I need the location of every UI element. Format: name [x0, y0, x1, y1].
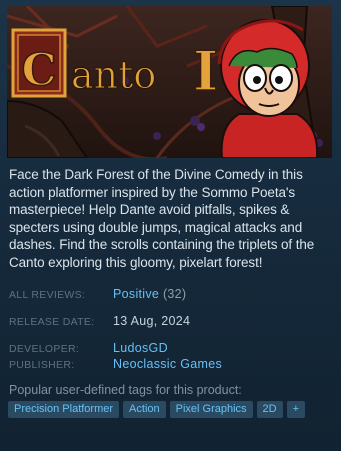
title-numeral: I	[193, 39, 218, 103]
reviews-count: (32)	[162, 287, 187, 301]
game-description: Face the Dark Forest of the Divine Comed…	[9, 167, 315, 270]
publisher-label: PUBLISHER:	[9, 359, 75, 371]
developer-row: DEVELOPER: LudosGD	[9, 341, 168, 355]
tag-precision-platformer[interactable]: Precision Platformer	[8, 401, 120, 418]
developer-label: DEVELOPER:	[9, 343, 80, 355]
release-date-value: 13 Aug, 2024	[113, 314, 191, 328]
header-art: C anto I	[7, 6, 332, 158]
dante-character	[217, 19, 319, 158]
tag-action[interactable]: Action	[123, 401, 166, 418]
tag-2d[interactable]: 2D	[256, 401, 283, 418]
publisher-row: PUBLISHER: Neoclassic Games	[9, 357, 222, 371]
publisher-link[interactable]: Neoclassic Games	[113, 357, 222, 371]
more-tags-button[interactable]: +	[286, 401, 306, 418]
tag-pixel-graphics[interactable]: Pixel Graphics	[169, 401, 253, 418]
header-capsule-image[interactable]: C anto I	[7, 6, 332, 158]
developer-link[interactable]: LudosGD	[113, 341, 168, 355]
release-date-label: RELEASE DATE:	[9, 316, 95, 328]
reviews-summary-link[interactable]: Positive	[113, 287, 159, 301]
game-info-panel: C anto I Face the Dark Forest of the Div…	[0, 0, 341, 451]
title-text: anto	[71, 53, 156, 97]
release-date-row: RELEASE DATE: 13 Aug, 2024	[9, 314, 190, 328]
tags-heading: Popular user-defined tags for this produ…	[9, 383, 242, 397]
reviews-row: ALL REVIEWS: Positive (32)	[9, 287, 186, 301]
reviews-label: ALL REVIEWS:	[9, 289, 86, 301]
tag-list: Precision Platformer Action Pixel Graphi…	[8, 401, 306, 418]
title-initial: C	[21, 45, 56, 96]
